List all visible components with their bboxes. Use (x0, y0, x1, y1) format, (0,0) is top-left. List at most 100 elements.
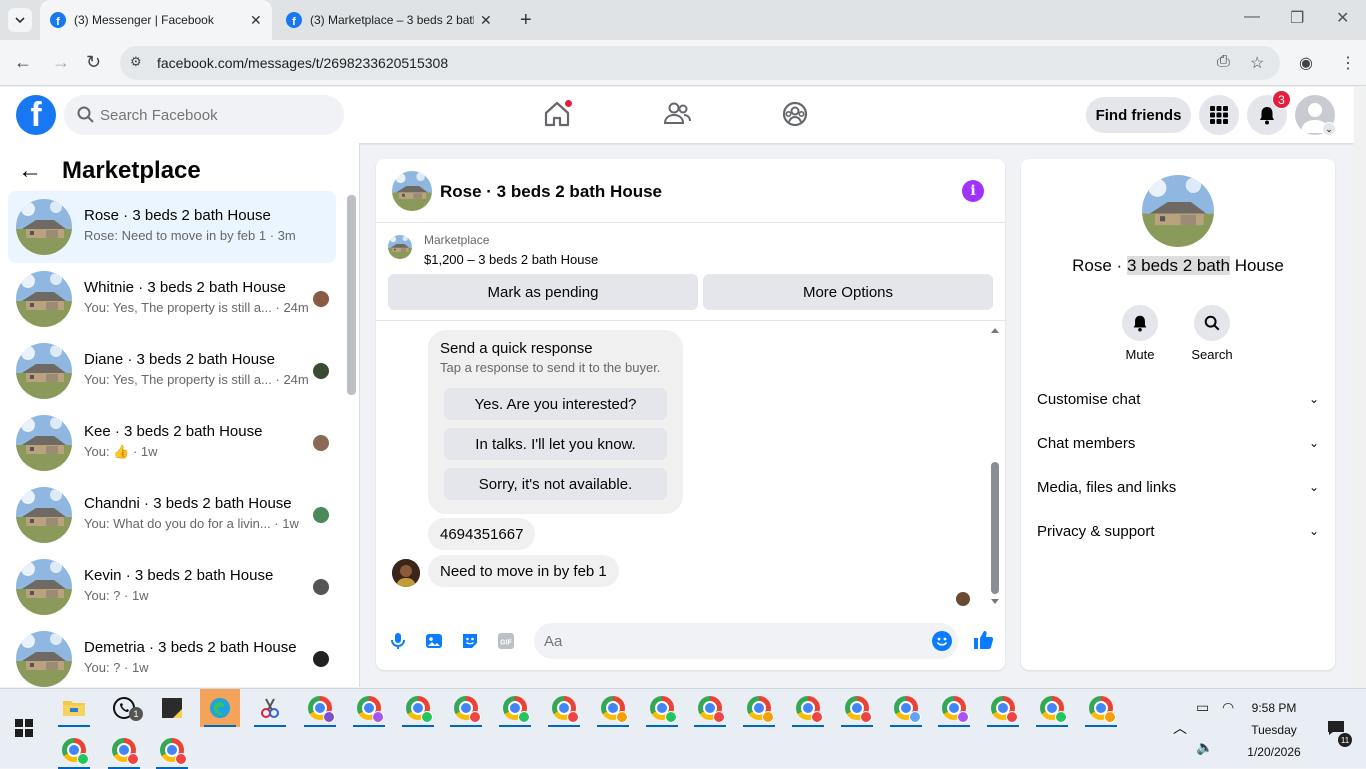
customise-chat-section[interactable]: Customise chat ⌄ (1037, 377, 1319, 421)
system-clock[interactable]: 9:58 PM Tuesday 1/20/2026 (1240, 697, 1308, 763)
wifi-icon[interactable]: ◠ (1222, 699, 1234, 716)
chrome-taskbar-item[interactable] (152, 731, 192, 769)
chat-title[interactable]: Rose · 3 beds 2 bath House (440, 182, 662, 202)
restore-icon[interactable]: ❐ (1290, 8, 1304, 28)
back-arrow-icon[interactable]: ← (18, 157, 42, 185)
chrome-taskbar-item[interactable] (593, 689, 633, 727)
chrome-taskbar-item[interactable] (642, 689, 682, 727)
close-tab-icon[interactable]: ✕ (250, 12, 262, 29)
chrome-taskbar-item[interactable] (349, 689, 389, 727)
more-options-button[interactable]: More Options (703, 274, 993, 310)
message-input-box[interactable] (534, 623, 958, 659)
find-friends-button[interactable]: Find friends (1086, 97, 1191, 133)
chrome-taskbar-item[interactable] (788, 689, 828, 727)
facebook-logo-icon[interactable]: f (16, 95, 56, 135)
chrome-taskbar-item[interactable] (495, 689, 535, 727)
media-files-links-section[interactable]: Media, files and links ⌄ (1037, 465, 1319, 509)
mute-button[interactable]: Mute (1110, 305, 1170, 362)
friends-icon[interactable] (662, 99, 692, 129)
forward-icon[interactable]: → (52, 52, 70, 73)
scroll-up-icon[interactable] (990, 326, 1000, 334)
reload-icon[interactable]: ↻ (86, 52, 101, 73)
quick-reply-yes-button[interactable]: Yes. Are you interested? (444, 388, 667, 420)
chrome-taskbar-item[interactable] (544, 689, 584, 727)
conversation-item[interactable]: Chandni · 3 beds 2 bath House You: What d… (8, 479, 336, 551)
show-hidden-icons[interactable]: ︿ (1160, 709, 1200, 747)
list-scrollbar[interactable] (347, 195, 356, 395)
scroll-down-icon[interactable] (990, 598, 1000, 606)
whatsapp-taskbar[interactable]: 1 (104, 689, 144, 727)
chrome-taskbar-item[interactable] (739, 689, 779, 727)
tab-search-dropdown[interactable] (8, 8, 32, 32)
groups-icon[interactable] (780, 99, 810, 129)
battery-icon[interactable]: ▭ (1196, 699, 1209, 716)
browser-menu-icon[interactable]: ⋮ (1340, 53, 1356, 73)
listing-thumbnail[interactable] (388, 235, 412, 259)
mark-as-pending-button[interactable]: Mark as pending (388, 274, 698, 310)
message-input[interactable] (544, 623, 914, 659)
bookmark-star-icon[interactable]: ☆ (1250, 53, 1264, 73)
details-avatar[interactable] (1142, 175, 1214, 247)
edge-taskbar[interactable] (200, 689, 240, 727)
microphone-icon[interactable] (388, 631, 408, 651)
search-box[interactable] (64, 95, 344, 135)
chat-scrollbar[interactable] (991, 462, 999, 594)
chrome-taskbar-item[interactable] (398, 689, 438, 727)
chrome-taskbar-item[interactable] (54, 731, 94, 769)
listing-price[interactable]: $1,200 – 3 beds 2 bath House (424, 252, 598, 267)
back-icon[interactable]: ← (14, 52, 32, 73)
menu-button[interactable] (1199, 95, 1239, 135)
quick-reply-not-available-button[interactable]: Sorry, it's not available. (444, 468, 667, 500)
start-button[interactable] (4, 709, 44, 747)
page-scrollbar[interactable] (1354, 87, 1366, 687)
search-in-chat-button[interactable]: Search (1182, 305, 1242, 362)
conversation-item[interactable]: Rose · 3 beds 2 bath House Rose: Need to … (8, 191, 336, 263)
file-explorer-taskbar[interactable] (54, 689, 94, 727)
emoji-icon[interactable] (932, 631, 952, 651)
chrome-taskbar-item[interactable] (104, 731, 144, 769)
chrome-taskbar-item[interactable] (934, 689, 974, 727)
notes-taskbar[interactable] (152, 689, 192, 727)
gif-icon[interactable]: GIF (496, 631, 516, 651)
sticker-icon[interactable] (460, 631, 480, 651)
chrome-taskbar-item[interactable] (983, 689, 1023, 727)
account-chevron-icon[interactable]: ⌄ (1322, 122, 1336, 136)
tab-messenger[interactable]: f (3) Messenger | Facebook ✕ (40, 0, 272, 40)
new-tab-icon[interactable]: + (520, 9, 532, 32)
search-input[interactable] (100, 95, 330, 135)
tool-taskbar[interactable] (250, 689, 290, 727)
conversation-item[interactable]: Diane · 3 beds 2 bath House You: Yes, The… (8, 335, 336, 407)
chrome-taskbar-item[interactable] (886, 689, 926, 727)
privacy-support-section[interactable]: Privacy & support ⌄ (1037, 509, 1319, 553)
chrome-taskbar-item[interactable] (446, 689, 486, 727)
tab-marketplace[interactable]: f (3) Marketplace – 3 beds 2 bath ✕ (286, 0, 506, 40)
message-bubble[interactable]: 4694351667 (428, 518, 536, 550)
message-bubble[interactable]: Need to move in by feb 1 (428, 555, 619, 587)
url-field[interactable]: ⚙ facebook.com/messages/t/26982336205153… (120, 46, 1280, 80)
chrome-taskbar-item[interactable] (690, 689, 730, 727)
quick-reply-in-talks-button[interactable]: In talks. I'll let you know. (444, 428, 667, 460)
facebook-header: f Find friends 3 ⌄ (0, 87, 1354, 143)
minimize-icon[interactable]: — (1244, 8, 1260, 26)
conversation-item[interactable]: Whitnie · 3 beds 2 bath House You: Yes, T… (8, 263, 336, 335)
volume-icon[interactable]: 🔈 (1196, 739, 1213, 756)
chat-thumbnail[interactable] (392, 171, 432, 211)
chrome-taskbar-item[interactable] (1081, 689, 1121, 727)
chrome-taskbar-item[interactable] (1032, 689, 1072, 727)
chrome-taskbar-item[interactable] (300, 689, 340, 727)
chrome-taskbar-item[interactable] (837, 689, 877, 727)
close-tab-icon[interactable]: ✕ (480, 12, 492, 29)
notification-center[interactable]: 11 (1316, 709, 1356, 747)
info-icon[interactable]: i (962, 180, 984, 202)
install-app-icon[interactable]: ⎙ (1217, 53, 1230, 71)
thumbs-up-icon[interactable] (972, 629, 994, 651)
photo-icon[interactable] (424, 631, 444, 651)
site-info-icon[interactable]: ⚙ (130, 54, 146, 70)
conversation-item[interactable]: Demetria · 3 beds 2 bath House You: ? · 1… (8, 623, 336, 687)
close-window-icon[interactable]: ✕ (1336, 8, 1349, 28)
conversation-item[interactable]: Kevin · 3 beds 2 bath House You: ? · 1w (8, 551, 336, 623)
conversation-item[interactable]: Kee · 3 beds 2 bath House You: 👍 · 1w (8, 407, 336, 479)
profile-icon[interactable]: ◉ (1299, 53, 1313, 73)
chat-members-section[interactable]: Chat members ⌄ (1037, 421, 1319, 465)
sender-avatar[interactable] (392, 559, 420, 587)
